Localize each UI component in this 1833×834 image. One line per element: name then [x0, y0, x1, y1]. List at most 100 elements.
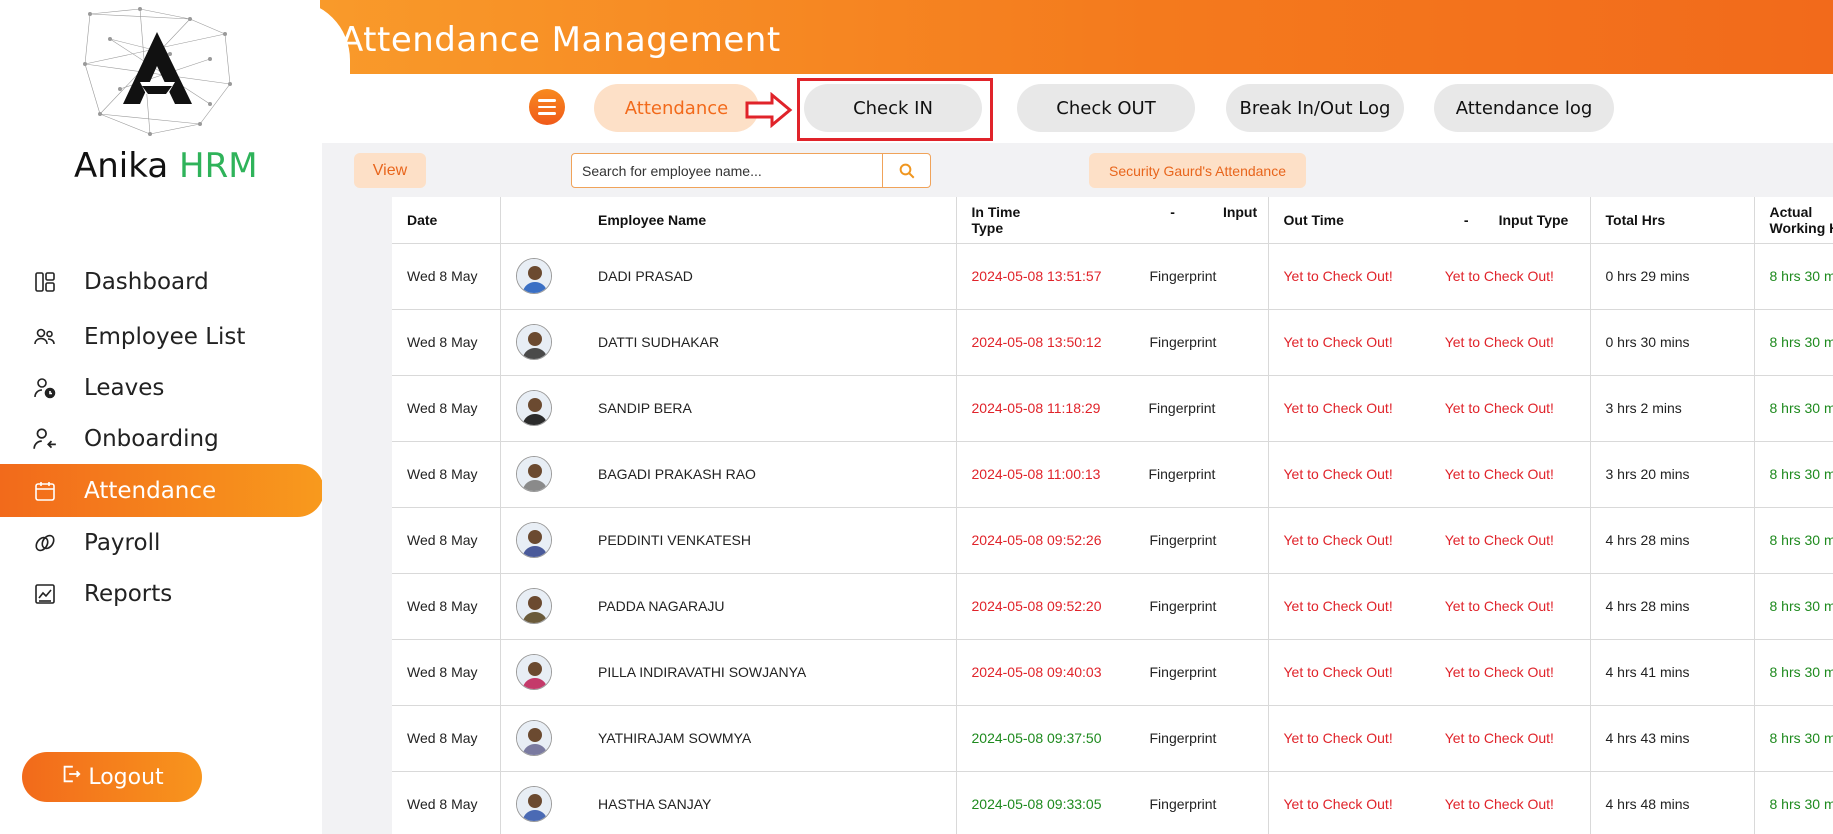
cell-actual-hrs: 8 hrs 30 mins: [1754, 705, 1833, 772]
search-icon: [899, 163, 914, 178]
hamburger-icon-bar: [538, 99, 556, 102]
out-input-type-value: Yet to Check Out!: [1444, 334, 1554, 350]
cell-total-hrs: 4 hrs 48 mins: [1590, 771, 1755, 834]
cell-total-hrs: 4 hrs 28 mins: [1590, 573, 1755, 640]
security-guard-attendance-button[interactable]: Security Gaurd's Attendance: [1089, 153, 1306, 188]
users-icon: [30, 322, 60, 352]
cell-date: Wed 8 May: [392, 573, 501, 640]
input-type-value: Fingerprint: [1149, 268, 1217, 284]
cell-out-time-group: Yet to Check Out! Yet to Check Out!: [1268, 243, 1591, 310]
cell-actual-hrs: 8 hrs 30 mins: [1754, 309, 1833, 376]
cell-actual-hrs: 8 hrs 30 mins: [1754, 243, 1833, 310]
cell-employee-name: YATHIRAJAM SOWMYA: [583, 705, 957, 772]
tab-attendance[interactable]: Attendance: [594, 84, 759, 132]
calendar-icon: [30, 476, 60, 506]
out-time-value: Yet to Check Out!: [1283, 598, 1393, 614]
view-button[interactable]: View: [354, 153, 426, 188]
out-time-value: Yet to Check Out!: [1283, 796, 1393, 812]
tab-break-log[interactable]: Break In/Out Log: [1226, 84, 1404, 132]
sidebar-item-payroll[interactable]: Payroll: [0, 517, 322, 568]
header-avatar: [500, 197, 583, 244]
table-row[interactable]: Wed 8 May DATTI SUDHAKAR 2024-05-08 13:50:…: [392, 309, 1833, 376]
table-row[interactable]: Wed 8 May BAGADI PRAKASH RAO 2024-05-08 11…: [392, 441, 1833, 508]
sidebar-item-attendance[interactable]: Attendance: [0, 464, 324, 517]
in-time-value: 2024-05-08 09:52:20: [971, 598, 1102, 614]
cell-date: Wed 8 May: [392, 441, 501, 508]
in-time-value: 2024-05-08 11:00:13: [971, 466, 1101, 482]
out-input-type-value: Yet to Check Out!: [1444, 730, 1554, 746]
search-input[interactable]: [572, 154, 882, 187]
sidebar-item-label: Reports: [84, 580, 173, 607]
brand-name-part1: Anika: [74, 146, 169, 186]
logout-button[interactable]: Logout: [22, 752, 202, 802]
sidebar-item-onboarding[interactable]: Onboarding: [0, 413, 322, 464]
chart-icon: [30, 579, 60, 609]
sidebar-item-dashboard[interactable]: Dashboard: [0, 252, 322, 311]
header-out-time-group: Out Time - Input Type: [1268, 197, 1591, 244]
sidebar-item-leaves[interactable]: Leaves: [0, 362, 322, 413]
header-total-hrs[interactable]: Total Hrs: [1590, 197, 1755, 244]
cell-in-time-group: 2024-05-08 11:18:29 Fingerprint: [956, 375, 1269, 442]
out-input-type-value: Yet to Check Out!: [1444, 532, 1554, 548]
cell-date: Wed 8 May: [392, 639, 501, 706]
attendance-page: Anika HRM Dashboard Employee List Leaves: [0, 0, 1833, 834]
out-input-type-value: Yet to Check Out!: [1444, 466, 1554, 482]
out-time-value: Yet to Check Out!: [1283, 664, 1393, 680]
avatar: [515, 786, 552, 822]
input-type-value: Fingerprint: [1149, 730, 1217, 746]
cell-in-time-group: 2024-05-08 09:52:20 Fingerprint: [956, 573, 1269, 640]
cell-total-hrs: 0 hrs 30 mins: [1590, 309, 1755, 376]
table-row[interactable]: Wed 8 May PILLA INDIRAVATHI SOWJANYA 2024-…: [392, 639, 1833, 706]
header-in-dash: -: [1170, 203, 1175, 220]
logout-icon: [60, 763, 82, 791]
avatar: [515, 720, 552, 756]
input-type-value: Fingerprint: [1149, 598, 1217, 614]
brand-name-part2: HRM: [179, 146, 258, 186]
anika-logo: [83, 7, 232, 136]
sidebar-item-label: Leaves: [84, 374, 165, 401]
cell-actual-hrs: 8 hrs 30 mins: [1754, 375, 1833, 442]
cell-out-time-group: Yet to Check Out! Yet to Check Out!: [1268, 375, 1591, 442]
header-employee-name[interactable]: Employee Name: [583, 197, 957, 244]
cell-date: Wed 8 May: [392, 507, 501, 574]
hamburger-icon-bar: [538, 105, 556, 109]
header-out-input-type[interactable]: Input Type: [1499, 212, 1569, 228]
out-input-type-value: Yet to Check Out!: [1444, 796, 1554, 812]
input-type-value: Fingerprint: [1149, 532, 1217, 548]
avatar: [515, 522, 552, 558]
cell-date: Wed 8 May: [392, 309, 501, 376]
arrow-right-icon: [745, 92, 793, 128]
cell-actual-hrs: 8 hrs 30 mins: [1754, 573, 1833, 640]
cell-total-hrs: 3 hrs 2 mins: [1590, 375, 1755, 442]
header-in-time[interactable]: In Time: [972, 204, 1021, 220]
sidebar-item-reports[interactable]: Reports: [0, 568, 322, 619]
tab-check-out[interactable]: Check OUT: [1017, 84, 1195, 132]
table-row[interactable]: Wed 8 May DADI PRASAD 2024-05-08 13:51:57 F…: [392, 243, 1833, 310]
avatar: [515, 324, 552, 360]
cell-employee-name: PILLA INDIRAVATHI SOWJANYA: [583, 639, 957, 706]
sidebar-item-employee-list[interactable]: Employee List: [0, 311, 322, 362]
menu-toggle-button[interactable]: [529, 89, 565, 125]
header-date[interactable]: Date: [392, 197, 501, 244]
cell-out-time-group: Yet to Check Out! Yet to Check Out!: [1268, 507, 1591, 574]
user-arrow-icon: [30, 424, 60, 454]
out-time-value: Yet to Check Out!: [1283, 334, 1393, 350]
sidebar-item-label: Attendance: [84, 477, 217, 504]
out-input-type-value: Yet to Check Out!: [1444, 268, 1554, 284]
table-row[interactable]: Wed 8 May HASTHA SANJAY 2024-05-08 09:33:0…: [392, 771, 1833, 834]
tab-attendance-log[interactable]: Attendance log: [1434, 84, 1614, 132]
header-out-time[interactable]: Out Time: [1284, 212, 1344, 228]
search-button[interactable]: [882, 154, 930, 187]
table-row[interactable]: Wed 8 May YATHIRAJAM SOWMYA 2024-05-08 09:…: [392, 705, 1833, 772]
input-type-value: Fingerprint: [1148, 400, 1216, 416]
cell-in-time-group: 2024-05-08 09:33:05 Fingerprint: [956, 771, 1269, 834]
table-row[interactable]: Wed 8 May PEDDINTI VENKATESH 2024-05-08 09…: [392, 507, 1833, 574]
cell-out-time-group: Yet to Check Out! Yet to Check Out!: [1268, 771, 1591, 834]
cell-employee-name: PEDDINTI VENKATESH: [583, 507, 957, 574]
table-row[interactable]: Wed 8 May SANDIP BERA 2024-05-08 11:18:29 F…: [392, 375, 1833, 442]
table-row[interactable]: Wed 8 May PADDA NAGARAJU 2024-05-08 09:52:…: [392, 573, 1833, 640]
cell-out-time-group: Yet to Check Out! Yet to Check Out!: [1268, 705, 1591, 772]
header-actual-hrs[interactable]: Actual Working Hrs: [1754, 197, 1833, 244]
cell-in-time-group: 2024-05-08 09:52:26 Fingerprint: [956, 507, 1269, 574]
cell-out-time-group: Yet to Check Out! Yet to Check Out!: [1268, 639, 1591, 706]
